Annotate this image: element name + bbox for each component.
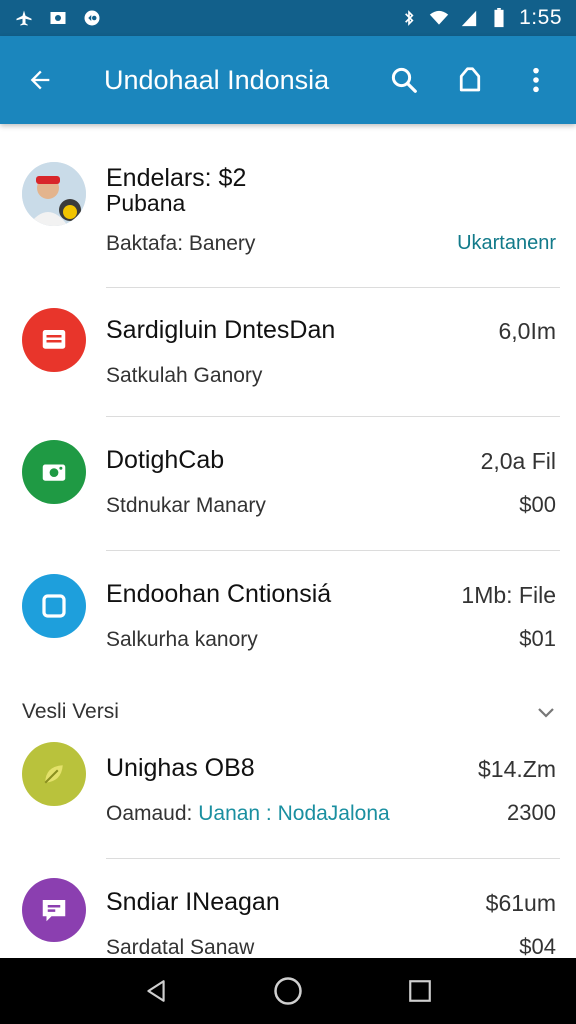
list-item[interactable]: DotighCab Stdnukar Manary 2,0a Fil $00 <box>0 418 576 552</box>
signal-icon <box>459 8 479 28</box>
battery-icon <box>489 8 509 28</box>
item-size: 6,0Im <box>498 318 556 344</box>
more-options-button[interactable] <box>512 56 560 104</box>
profile-photo-icon <box>22 162 86 226</box>
more-vert-icon <box>533 67 539 93</box>
avatar <box>22 742 86 806</box>
app-actions <box>380 56 560 104</box>
item-title: Sardigluin DntesDan <box>106 316 336 344</box>
back-button[interactable] <box>16 56 64 104</box>
list-item[interactable]: Endoohan Cntionsiá Salkurha kanory 1Mb: … <box>0 552 576 684</box>
search-button[interactable] <box>380 56 428 104</box>
avatar <box>22 162 86 226</box>
square-icon <box>42 594 66 618</box>
chat-icon <box>42 900 66 922</box>
item-subtitle: Stdnukar Manary <box>106 494 266 517</box>
app-bar: Undohaal Indonsia <box>0 36 576 124</box>
avatar <box>22 574 86 638</box>
message-icon <box>42 330 66 349</box>
item-subtitle: Sardatal Sanaw <box>106 936 255 958</box>
page-title: Undohaal Indonsia <box>104 64 330 95</box>
item-subtitle: Baktafa: Banery <box>106 232 256 255</box>
arrow-back-icon <box>30 70 50 90</box>
item-size: 1Mb: File <box>461 582 556 608</box>
bag-icon <box>459 67 481 92</box>
item-count: $04 <box>519 934 556 958</box>
status-bar: 1:55 <box>0 0 576 36</box>
item-count: 2300 <box>507 800 556 825</box>
navigation-bar <box>0 958 576 1024</box>
item-title: Endoohan Cntionsiá <box>106 580 332 608</box>
airplane-icon <box>14 8 34 28</box>
camera-icon <box>42 464 66 481</box>
item-size: 2,0a Fil <box>480 448 556 474</box>
list-item[interactable]: Endelars: $2 Pubana Baktafa: Banery Ukar… <box>0 124 576 288</box>
bluetooth-icon <box>399 8 419 28</box>
divider <box>106 416 560 417</box>
subtitle-prefix: Oamaud: <box>106 802 199 825</box>
item-title: Endelars: $2 <box>106 164 247 192</box>
triangle-back-icon <box>147 980 165 1002</box>
photo-icon <box>48 8 68 28</box>
avatar <box>22 440 86 504</box>
item-price: $14.Zm <box>478 756 556 782</box>
list-item[interactable]: Sardigluin DntesDan Satkulah Ganory 6,0I… <box>0 288 576 418</box>
status-left <box>14 8 102 28</box>
item-title-line2: Pubana <box>106 190 186 216</box>
item-subtitle: Oamaud: Uanan : NodaJalona <box>106 802 390 826</box>
chevron-down-icon[interactable] <box>534 700 558 724</box>
item-price: $00 <box>519 492 556 517</box>
avatar <box>22 878 86 942</box>
status-right: 1:55 <box>399 6 562 30</box>
item-title: Sndiar INeagan <box>106 888 280 916</box>
avatar <box>22 308 86 372</box>
square-recents-icon <box>409 980 431 1002</box>
wifi-icon <box>429 8 449 28</box>
item-price: $61um <box>485 890 556 916</box>
item-title: DotighCab <box>106 446 225 474</box>
status-time: 1:55 <box>519 6 562 29</box>
section-header[interactable]: Vesli Versi <box>0 688 576 736</box>
leaf-icon <box>44 765 63 784</box>
nav-home-button[interactable] <box>258 961 318 1021</box>
item-subtitle: Salkurha kanory <box>106 628 258 651</box>
item-meta: Ukartanenr <box>457 232 556 254</box>
vpn-icon <box>82 8 102 28</box>
divider <box>106 550 560 551</box>
item-subtitle: Satkulah Ganory <box>106 364 263 387</box>
section-label: Vesli Versi <box>22 700 119 723</box>
list-item[interactable]: Sndiar INeagan Sardatal Sanaw $61um $04 <box>0 860 576 958</box>
item-price: $01 <box>519 626 556 651</box>
divider <box>106 858 560 859</box>
item-title: Unighas OB8 <box>106 754 255 782</box>
subtitle-highlight: Uanan : NodaJalona <box>198 802 390 825</box>
nav-back-button[interactable] <box>126 961 186 1021</box>
search-icon <box>391 67 417 93</box>
share-button[interactable] <box>446 56 494 104</box>
nav-recents-button[interactable] <box>390 961 450 1021</box>
circle-home-icon <box>274 977 302 1005</box>
list-item[interactable]: Unighas OB8 Oamaud: Uanan : NodaJalona $… <box>0 736 576 860</box>
